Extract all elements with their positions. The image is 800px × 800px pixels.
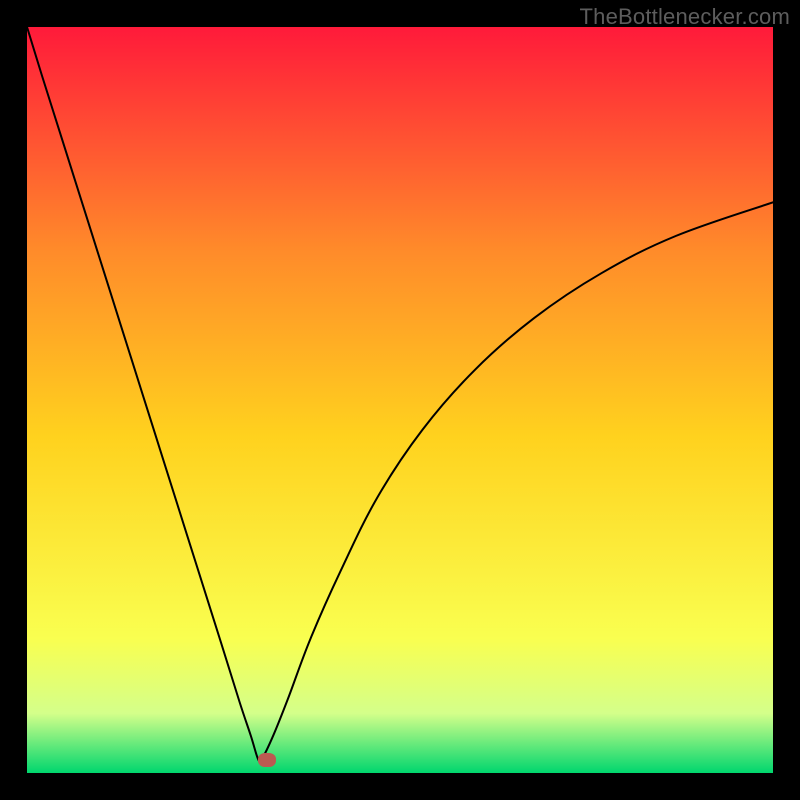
bottleneck-marker bbox=[258, 753, 276, 767]
curve-layer bbox=[27, 27, 773, 773]
plot-area bbox=[27, 27, 773, 773]
bottleneck-curve bbox=[27, 27, 773, 762]
chart-frame: TheBottlenecker.com bbox=[0, 0, 800, 800]
watermark-text: TheBottlenecker.com bbox=[580, 4, 790, 30]
